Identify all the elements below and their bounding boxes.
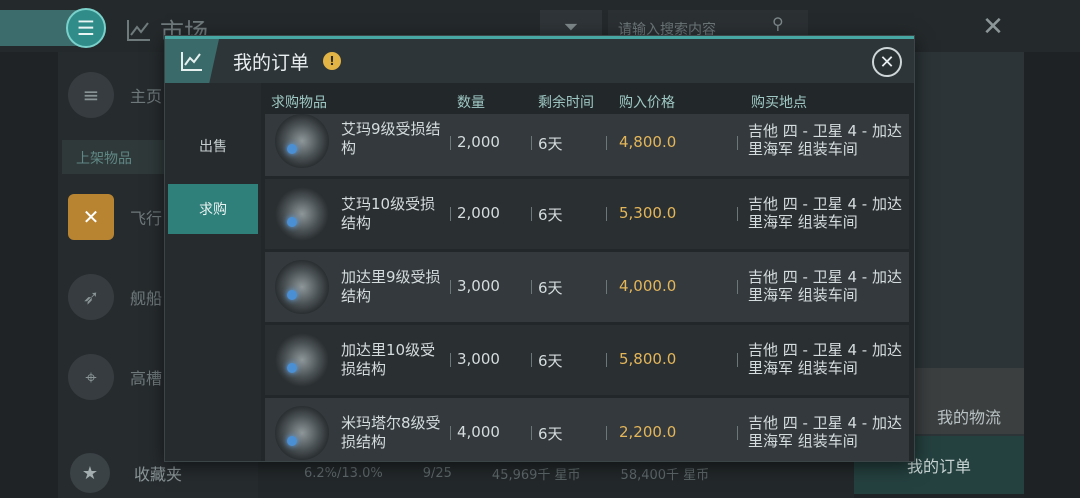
column-location: 购买地点 — [751, 95, 807, 111]
divider — [450, 353, 451, 367]
divider — [450, 136, 451, 150]
divider — [531, 426, 532, 440]
tab-sell[interactable]: 出售 — [168, 121, 258, 171]
item-name: 加达里9级受损结构 — [341, 268, 441, 305]
sidebar-item-home[interactable]: ≡ 主页 — [68, 72, 162, 118]
item-qty: 4,000 — [457, 423, 500, 441]
escrow-amount: 45,969千 星币 — [491, 467, 581, 483]
item-qty: 2,000 — [457, 204, 500, 222]
divider — [450, 207, 451, 221]
market-close-button[interactable]: ✕ — [976, 10, 1010, 44]
item-price: 4,000.0 — [619, 277, 677, 295]
item-icon — [275, 260, 329, 314]
table-row[interactable]: 米玛塔尔8级受损结构 4,000 6天 2,200.0 吉他 四 - 卫星 4 … — [265, 398, 909, 461]
item-price: 5,800.0 — [619, 350, 677, 368]
table-row[interactable]: 艾玛10级受损结构 2,000 6天 5,300.0 吉他 四 - 卫星 4 -… — [265, 179, 909, 249]
item-name: 加达里10级受损结构 — [341, 341, 436, 378]
divider — [606, 136, 607, 150]
orders-list[interactable]: 艾玛9级受损结构 2,000 6天 4,800.0 吉他 四 - 卫星 4 - … — [265, 114, 909, 461]
menu-button[interactable]: ☰ — [66, 8, 106, 48]
divider — [450, 280, 451, 294]
item-location: 吉他 四 - 卫星 4 - 加达里海军 组装车间 — [748, 341, 902, 377]
divider — [737, 207, 738, 221]
dialog-close-button[interactable]: ✕ — [872, 47, 902, 77]
item-qty: 3,000 — [457, 350, 500, 368]
column-qty: 数量 — [457, 95, 485, 111]
divider — [531, 207, 532, 221]
item-icon — [275, 406, 329, 460]
column-time: 剩余时间 — [538, 95, 594, 111]
item-location: 吉他 四 - 卫星 4 - 加达里海军 组装车间 — [748, 268, 902, 304]
alert-icon[interactable]: ! — [323, 52, 341, 70]
close-icon: ✕ — [879, 51, 895, 73]
divider — [737, 426, 738, 440]
item-location: 吉他 四 - 卫星 4 - 加达里海军 组装车间 — [748, 122, 902, 158]
divider — [606, 353, 607, 367]
item-price: 5,300.0 — [619, 204, 677, 222]
order-count: 9/25 — [422, 465, 452, 481]
dialog-title: 我的订单 — [233, 52, 310, 74]
item-name: 米玛塔尔8级受损结构 — [341, 414, 441, 451]
hamburger-icon: ☰ — [77, 16, 95, 40]
table-row[interactable]: 加达里9级受损结构 3,000 6天 4,000.0 吉他 四 - 卫星 4 -… — [265, 252, 909, 322]
item-icon — [275, 187, 329, 241]
my-logistics-button[interactable]: 我的物流 — [914, 368, 1024, 434]
sidebar-item-flight[interactable]: ✕ 飞行 — [68, 194, 162, 240]
item-location: 吉他 四 - 卫星 4 - 加达里海军 组装车间 — [748, 414, 902, 450]
wallet-amount: 58,400千 星币 — [620, 467, 710, 483]
item-time: 6天 — [538, 352, 563, 370]
sidebar-item-ships[interactable]: ➶ 舰船 — [68, 274, 162, 320]
item-qty: 2,000 — [457, 133, 500, 151]
ship-icon: ➶ — [68, 274, 114, 320]
dialog-header: 我的订单 ! ✕ — [165, 39, 914, 83]
item-time: 6天 — [538, 279, 563, 297]
chart-line-icon — [127, 19, 150, 41]
divider — [531, 136, 532, 150]
item-name: 艾玛10级受损结构 — [341, 195, 436, 232]
orders-table-header: 求购物品 数量 剩余时间 购入价格 购买地点 — [265, 86, 909, 114]
divider — [531, 353, 532, 367]
turret-icon: ⌖ — [68, 354, 114, 400]
list-icon: ≡ — [68, 72, 114, 118]
close-icon: ✕ — [982, 12, 1004, 42]
search-icon[interactable]: ⚲ — [772, 14, 784, 33]
module-icon: ✕ — [68, 194, 114, 240]
table-row[interactable]: 加达里10级受损结构 3,000 6天 5,800.0 吉他 四 - 卫星 4 … — [265, 325, 909, 395]
my-orders-dialog: 我的订单 ! ✕ 出售 求购 求购物品 数量 剩余时间 购入价格 购买地点 艾玛… — [165, 36, 914, 461]
chart-line-icon — [165, 39, 219, 83]
divider — [737, 136, 738, 150]
column-item: 求购物品 — [271, 95, 327, 111]
item-time: 6天 — [538, 135, 563, 153]
sidebar-item-high-slot[interactable]: ⌖ 高槽 — [68, 354, 162, 400]
divider — [606, 207, 607, 221]
item-price: 2,200.0 — [619, 423, 677, 441]
item-location: 吉他 四 - 卫星 4 - 加达里海军 组装车间 — [748, 195, 902, 231]
right-edge — [1024, 52, 1080, 498]
order-type-tabs: 出售 求购 — [165, 83, 261, 461]
column-price: 购入价格 — [619, 95, 675, 111]
item-icon — [275, 333, 329, 387]
filter-icon: ⏷ — [563, 16, 579, 38]
item-name: 艾玛9级受损结构 — [341, 120, 441, 157]
divider — [737, 353, 738, 367]
tax-rate: 6.2%/13.0% — [304, 465, 383, 481]
divider — [531, 280, 532, 294]
divider — [606, 280, 607, 294]
item-time: 6天 — [538, 206, 563, 224]
item-price: 4,800.0 — [619, 133, 677, 151]
tab-buy[interactable]: 求购 — [168, 184, 258, 234]
star-icon: ★ — [70, 453, 110, 493]
divider — [450, 426, 451, 440]
divider — [606, 426, 607, 440]
table-row[interactable]: 艾玛9级受损结构 2,000 6天 4,800.0 吉他 四 - 卫星 4 - … — [265, 114, 909, 176]
divider — [737, 280, 738, 294]
item-qty: 3,000 — [457, 277, 500, 295]
item-time: 6天 — [538, 425, 563, 443]
item-icon — [275, 114, 329, 168]
